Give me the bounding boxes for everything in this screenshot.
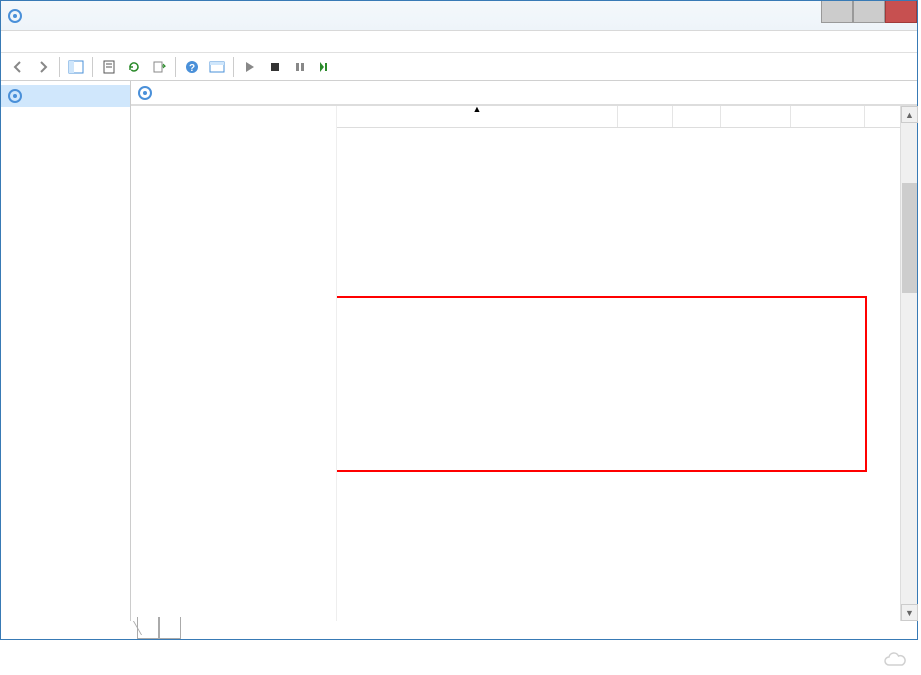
list-header: ▲ [337, 106, 917, 128]
console-button[interactable] [206, 56, 228, 78]
view-tabs [137, 617, 181, 639]
services-icon [7, 8, 23, 24]
red-highlight-annotation [337, 296, 867, 472]
menu-action[interactable] [25, 40, 41, 44]
svg-text:?: ? [189, 63, 195, 74]
titlebar[interactable] [1, 1, 917, 31]
tree-root-services-local[interactable] [1, 85, 130, 107]
cloud-icon [883, 651, 907, 669]
right-header [131, 81, 917, 105]
stop-service-button[interactable] [264, 56, 286, 78]
properties-button[interactable] [98, 56, 120, 78]
vertical-scrollbar[interactable]: ▲ ▼ [900, 106, 917, 621]
scroll-down-button[interactable]: ▼ [901, 604, 918, 621]
detail-pane [131, 106, 336, 621]
menubar [1, 31, 917, 53]
pause-service-button[interactable] [289, 56, 311, 78]
sort-asc-icon: ▲ [473, 104, 482, 114]
list-body[interactable] [337, 128, 917, 621]
watermark [883, 651, 911, 669]
scroll-thumb[interactable] [902, 183, 917, 293]
restart-service-button[interactable] [314, 56, 336, 78]
tab-standard[interactable] [159, 617, 181, 639]
column-status[interactable] [673, 106, 721, 127]
menu-help[interactable] [57, 40, 73, 44]
maximize-button[interactable] [853, 1, 885, 23]
column-startup[interactable] [721, 106, 791, 127]
scroll-up-button[interactable]: ▲ [901, 106, 918, 123]
back-button[interactable] [7, 56, 29, 78]
service-list: ▲ ▲ ▼ [336, 106, 917, 621]
column-name[interactable]: ▲ [337, 106, 618, 127]
content-area: ▲ ▲ ▼ [1, 81, 917, 621]
menu-file[interactable] [9, 40, 25, 44]
refresh-button[interactable] [123, 56, 145, 78]
tab-extended[interactable] [137, 617, 159, 639]
gear-icon [7, 88, 23, 104]
right-body: ▲ ▲ ▼ [131, 105, 917, 621]
help-button[interactable]: ? [181, 56, 203, 78]
minimize-button[interactable] [821, 1, 853, 23]
column-logon[interactable] [791, 106, 865, 127]
menu-view[interactable] [41, 40, 57, 44]
close-button[interactable] [885, 1, 917, 23]
gear-icon [137, 85, 153, 101]
toolbar: ? [1, 53, 917, 81]
forward-button[interactable] [32, 56, 54, 78]
tree-pane [1, 81, 131, 621]
services-window: ? [0, 0, 918, 640]
start-service-button[interactable] [239, 56, 261, 78]
column-description[interactable] [618, 106, 673, 127]
export-button[interactable] [148, 56, 170, 78]
show-hide-tree-button[interactable] [65, 56, 87, 78]
right-pane: ▲ ▲ ▼ [131, 81, 917, 621]
